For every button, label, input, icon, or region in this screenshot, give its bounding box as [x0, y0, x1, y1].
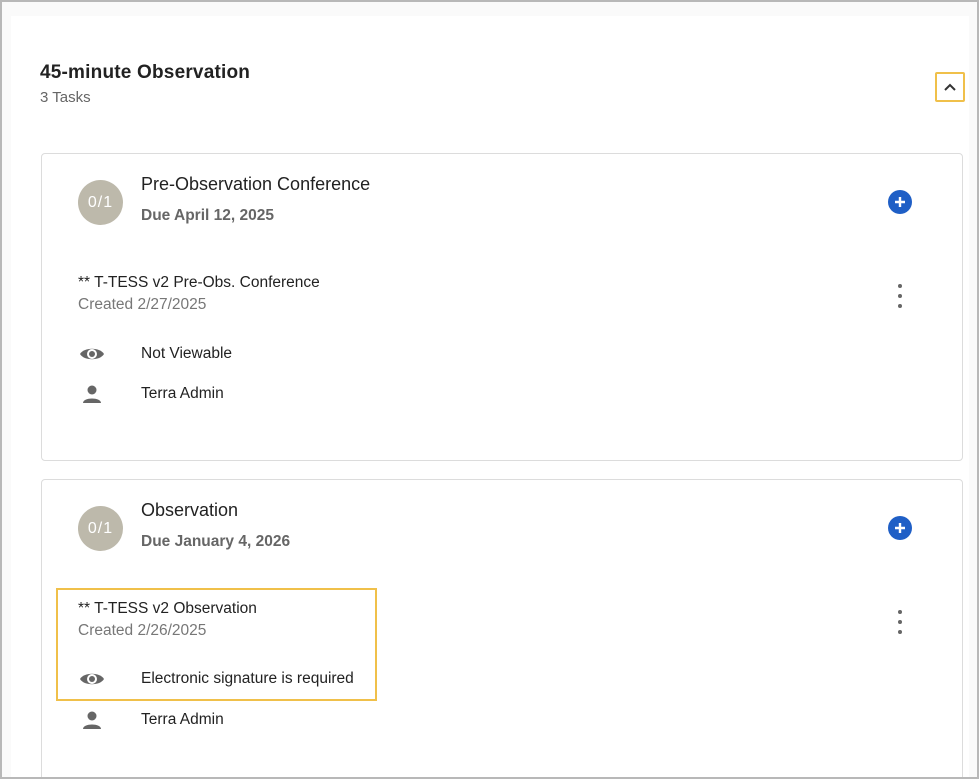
- add-button[interactable]: [888, 516, 912, 540]
- kebab-dot: [898, 620, 902, 624]
- owner-row: Terra Admin: [78, 708, 224, 732]
- kebab-dot: [898, 294, 902, 298]
- kebab-dot: [898, 610, 902, 614]
- progress-badge: 0/1: [78, 506, 123, 551]
- item-name[interactable]: ** T-TESS v2 Observation: [78, 600, 257, 618]
- item-created-date: Created 2/27/2025: [78, 296, 207, 313]
- kebab-dot: [898, 630, 902, 634]
- add-button[interactable]: [888, 190, 912, 214]
- task-due-date: Due April 12, 2025: [141, 207, 274, 224]
- more-options-button[interactable]: [894, 284, 906, 308]
- kebab-dot: [898, 284, 902, 288]
- plus-icon: [895, 197, 905, 207]
- observation-panel: 45-minute Observation 3 Tasks 0/1 Pre-Ob…: [11, 16, 969, 777]
- eye-icon: [78, 342, 106, 366]
- person-icon: [78, 708, 106, 732]
- window-frame: 45-minute Observation 3 Tasks 0/1 Pre-Ob…: [0, 0, 979, 779]
- task-count: 3 Tasks: [40, 89, 91, 106]
- eye-icon: [78, 667, 106, 691]
- task-card: 0/1 Observation Due January 4, 2026 ** T…: [41, 479, 963, 777]
- owner-name: Terra Admin: [141, 711, 224, 728]
- owner-row: Terra Admin: [78, 382, 224, 406]
- item-created-date: Created 2/26/2025: [78, 622, 207, 639]
- section-title: 45-minute Observation: [40, 62, 251, 83]
- kebab-dot: [898, 304, 902, 308]
- visibility-text: Not Viewable: [141, 345, 233, 362]
- task-title: Observation: [141, 500, 239, 520]
- visibility-row: Electronic signature is required: [78, 667, 354, 691]
- task-title: Pre-Observation Conference: [141, 174, 371, 194]
- item-name[interactable]: ** T-TESS v2 Pre-Obs. Conference: [78, 274, 320, 292]
- chevron-up-icon: [944, 83, 956, 91]
- collapse-button[interactable]: [935, 72, 965, 102]
- progress-badge: 0/1: [78, 180, 123, 225]
- task-card: 0/1 Pre-Observation Conference Due April…: [41, 153, 963, 461]
- visibility-row: Not Viewable: [78, 342, 232, 366]
- owner-name: Terra Admin: [141, 385, 224, 402]
- visibility-text: Electronic signature is required: [141, 670, 354, 687]
- task-due-date: Due January 4, 2026: [141, 533, 291, 550]
- plus-icon: [895, 523, 905, 533]
- more-options-button[interactable]: [894, 610, 906, 634]
- person-icon: [78, 382, 106, 406]
